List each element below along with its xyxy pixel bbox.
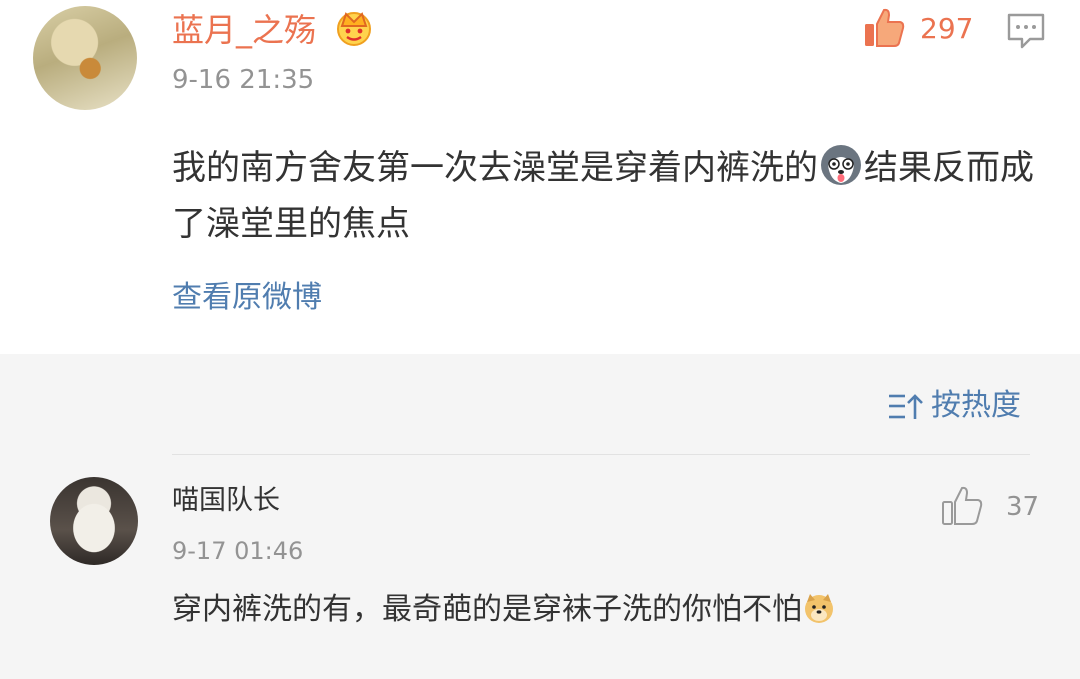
- reply-text: 穿内裤洗的有，最奇葩的是穿袜子洗的你怕不怕: [172, 590, 1052, 630]
- crown-icon: [337, 12, 371, 46]
- sort-by-hot-button[interactable]: 按热度: [931, 386, 1021, 426]
- sort-icon[interactable]: [887, 392, 925, 422]
- comment-text: 我的南方舍友第一次去澡堂是穿着内裤洗的 结果反而成了澡堂里的焦点: [172, 140, 1052, 252]
- reply-time: 9-17 01:46: [172, 537, 304, 565]
- reply-text-body: 穿内裤洗的有，最奇葩的是穿袜子洗的你怕不怕: [172, 592, 802, 627]
- comment-text-part1: 我的南方舍友第一次去澡堂是穿着内裤洗的: [172, 148, 818, 188]
- comment-icon[interactable]: [1006, 12, 1046, 50]
- comment-time: 9-16 21:35: [172, 65, 315, 95]
- view-original-link[interactable]: 查看原微博: [172, 278, 322, 318]
- divider: [172, 454, 1030, 455]
- thumbs-up-icon[interactable]: [940, 484, 984, 528]
- thumbs-up-icon[interactable]: [862, 6, 906, 50]
- sort-bar: 按热度: [0, 354, 1080, 454]
- main-comment-card: 蓝月_之殇 9-16 21:35 297 我的南方舍友第一次去澡堂是穿着内裤洗的…: [0, 0, 1080, 354]
- like-count: 297: [920, 12, 974, 45]
- avatar[interactable]: [33, 6, 137, 110]
- husky-emoji-icon: [821, 145, 861, 185]
- comment-username[interactable]: 蓝月_之殇: [172, 10, 316, 50]
- reply-avatar[interactable]: [50, 477, 138, 565]
- reply-like-count: 37: [1006, 492, 1040, 522]
- doge-emoji-icon: [805, 594, 833, 623]
- reply-username[interactable]: 喵国队长: [172, 484, 280, 518]
